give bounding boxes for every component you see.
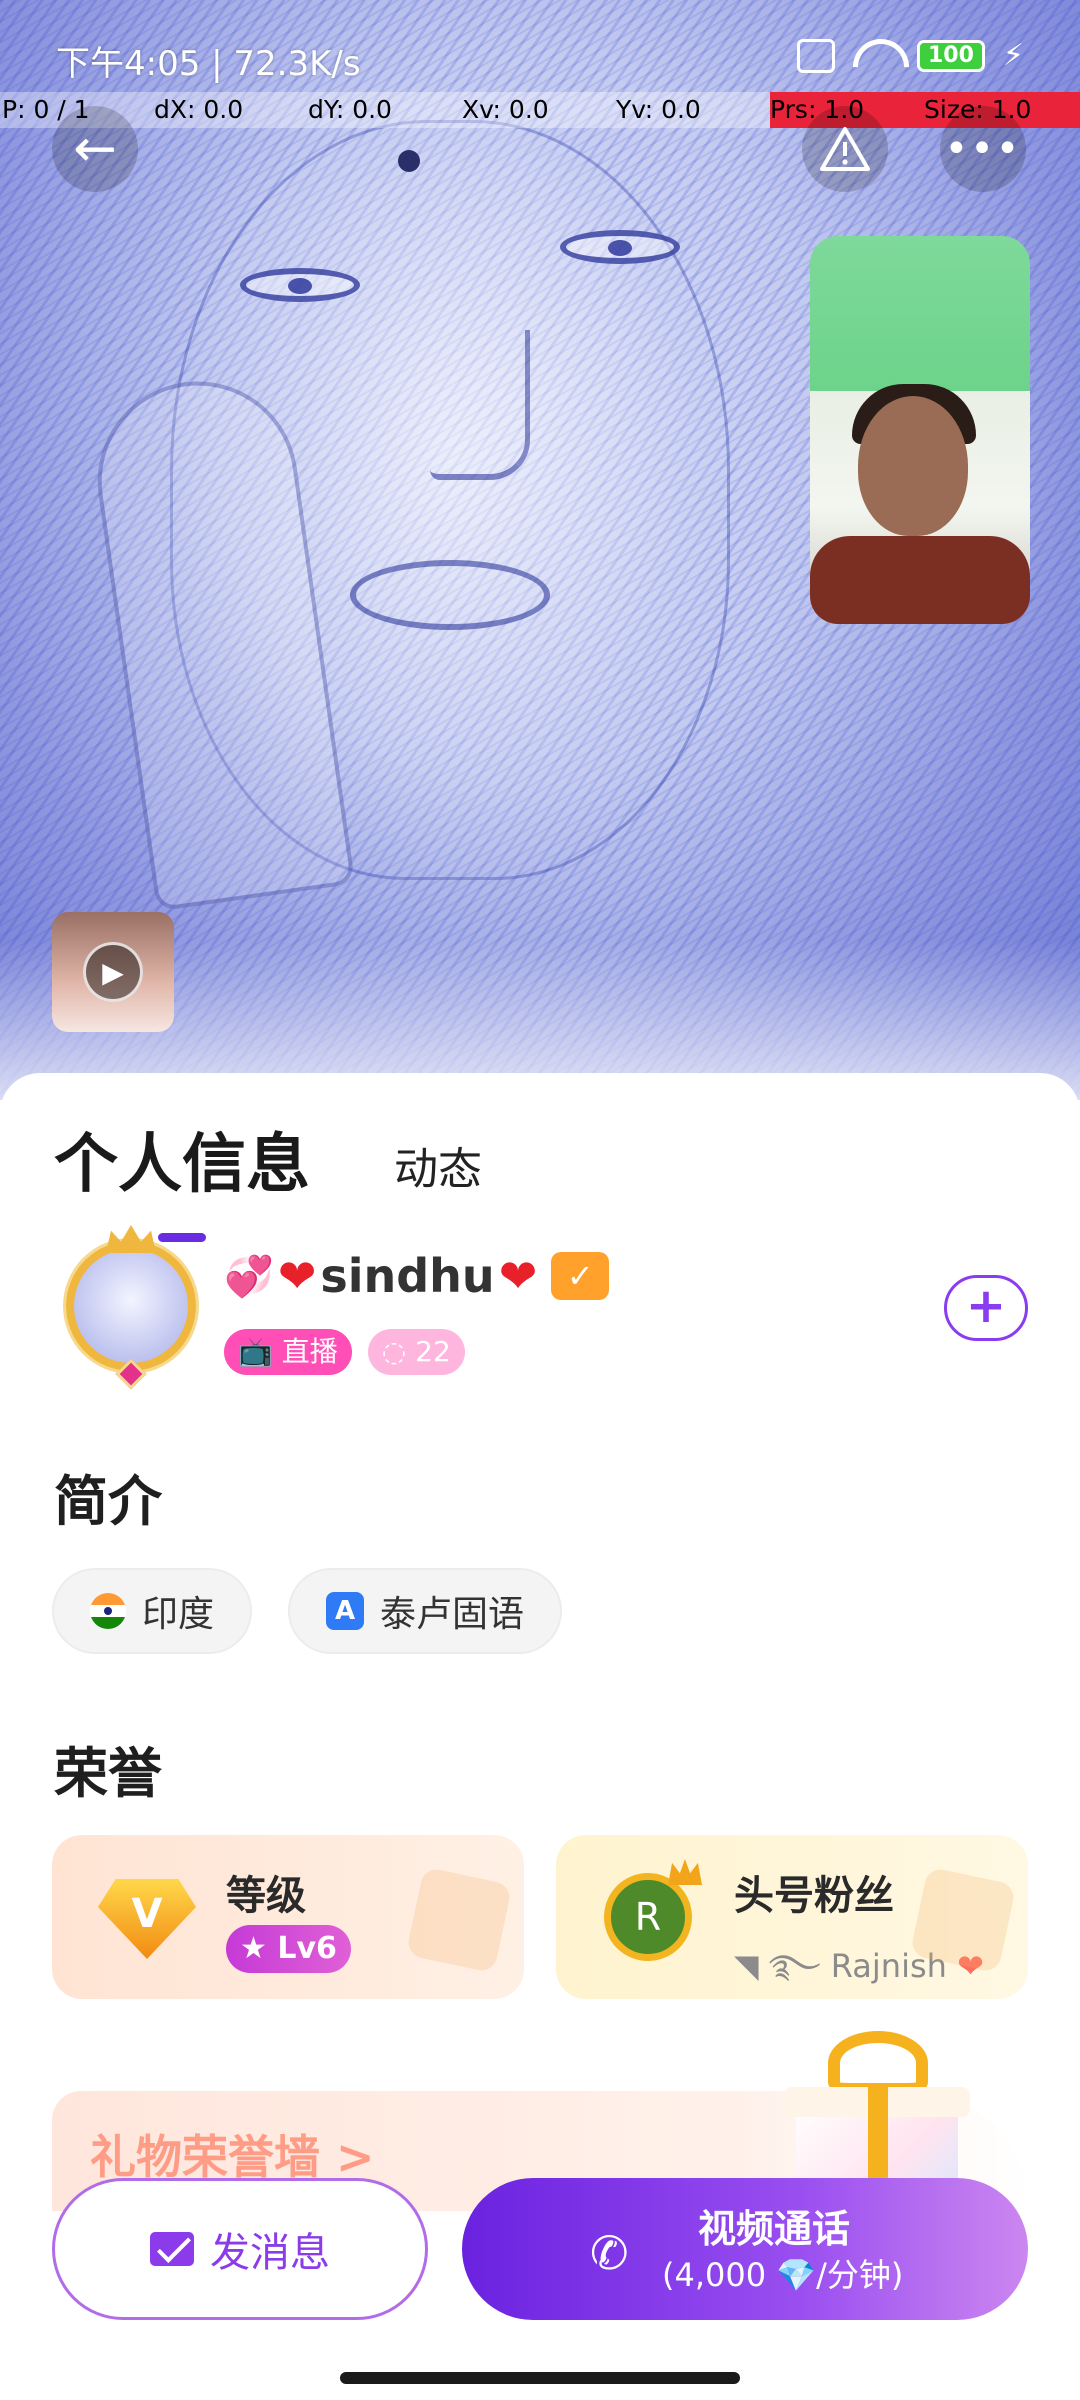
plus-icon: + [965,1278,1007,1334]
language-chip: A 泰卢固语 [288,1568,563,1654]
language-label: 泰卢固语 [380,1594,525,1635]
back-button[interactable]: ← [52,106,138,192]
phone-icon: ✆ [590,2226,629,2280]
back-arrow-icon: ← [73,119,117,179]
send-message-label: 发消息 [210,2230,330,2276]
debug-dy: dY: 0.0 [308,95,392,124]
badge-row: 📺 直播 ◌ 22 [224,1329,465,1375]
send-message-button[interactable]: 发消息 [52,2178,428,2320]
sim-icon [796,38,835,73]
portrait-nose [430,330,530,480]
status-bar: 下午4:05 | 72.3K/s 100 ⚡ [0,28,1080,90]
more-button[interactable]: ••• [940,106,1026,192]
level-card[interactable]: V 等级 ★ Lv6 [52,1835,524,1999]
wing-icon: ◥ ࿐ [734,1947,821,1985]
portrait-lips [350,560,550,630]
more-dots-icon: ••• [944,126,1022,172]
live-badge-label: 直播 [281,1335,338,1368]
intro-title: 简介 [54,1470,162,1533]
level-badge: ★ Lv6 [226,1925,351,1973]
fan-card-decoration [909,1866,1017,1974]
pip-body [810,536,1030,624]
portrait-eye-left [240,268,360,302]
crown-icon [106,1225,156,1253]
fans-badge: ◌ 22 [367,1329,465,1375]
verified-icon: ✓ [551,1252,610,1300]
sparkle-hearts-icon: 💞 [224,1253,274,1300]
pointer-debug-bar: P: 0 / 1 dX: 0.0 dY: 0.0 Xv: 0.0 Yv: 0.0… [0,92,1080,128]
star-icon: ★ [240,1931,267,1966]
avatar-frame [66,1241,196,1371]
status-icons: 100 ⚡ [796,38,1024,73]
bottom-action-bar: 发消息 ✆ 视频通话 (4,000 💎/分钟) [0,2160,1080,2400]
video-call-price: (4,000 💎/分钟) [662,2256,904,2294]
charging-icon: ⚡ [1002,38,1024,73]
warning-icon [820,127,870,171]
top-fan-card[interactable]: R 头号粉丝 ◥ ࿐ Rajnish ❤ [556,1835,1028,1999]
wifi-icon [853,39,899,73]
battery-icon: 100 [916,39,985,72]
heart-icon: ❤ [277,1249,317,1303]
india-flag-icon [90,1593,126,1629]
top-fan-label: 头号粉丝 [734,1873,894,1919]
tv-icon: 📺 [238,1335,273,1368]
debug-xv: Xv: 0.0 [462,95,549,124]
follow-button[interactable]: + [944,1275,1028,1341]
top-fan-avatar: R [604,1873,692,1961]
level-card-decoration [405,1866,513,1974]
mail-icon [150,2232,194,2266]
portrait-bindi [398,150,420,172]
username: sindhu [320,1249,495,1303]
home-indicator[interactable] [340,2372,740,2384]
level-label: 等级 [226,1873,306,1919]
crown-icon [668,1859,702,1885]
debug-dx: dX: 0.0 [154,95,244,124]
honor-title: 荣誉 [54,1742,162,1805]
gift-bow [828,2031,928,2095]
video-thumbnail[interactable]: ▶ [52,912,174,1032]
username-row: 💞 ❤ sindhu ❤ ✓ [224,1249,610,1303]
self-video-preview[interactable] [810,236,1030,624]
level-value: Lv6 [277,1931,337,1966]
vip-diamond-icon: V [98,1879,196,1959]
intro-chips: 印度 A 泰卢固语 [52,1568,563,1654]
honor-cards: V 等级 ★ Lv6 R 头号粉丝 ◥ ࿐ Rajnish ❤ [52,1835,1030,1999]
video-call-label: 视频通话 [698,2207,851,2251]
avatar[interactable] [60,1225,200,1390]
report-button[interactable] [802,106,888,192]
profile-header: 💞 ❤ sindhu ❤ ✓ 📺 直播 ◌ 22 + [54,1225,1034,1395]
live-badge[interactable]: 📺 直播 [224,1329,352,1375]
chat-bubble-icon: ◌ [381,1335,407,1368]
play-icon: ▶ [83,942,143,1002]
heart-icon: ❤ [498,1249,538,1303]
country-label: 印度 [142,1594,215,1635]
portrait-eye-right [560,230,680,264]
country-chip: 印度 [52,1568,253,1654]
fans-count: 22 [415,1335,451,1368]
tab-moments[interactable]: 动态 [394,1133,482,1197]
tab-profile-info[interactable]: 个人信息 [54,1113,310,1205]
status-time-speed: 下午4:05 | 72.3K/s [56,44,361,84]
language-icon: A [326,1592,365,1630]
pip-face [858,396,968,536]
video-call-button[interactable]: ✆ 视频通话 (4,000 💎/分钟) [462,2178,1028,2320]
debug-yv: Yv: 0.0 [616,95,701,124]
